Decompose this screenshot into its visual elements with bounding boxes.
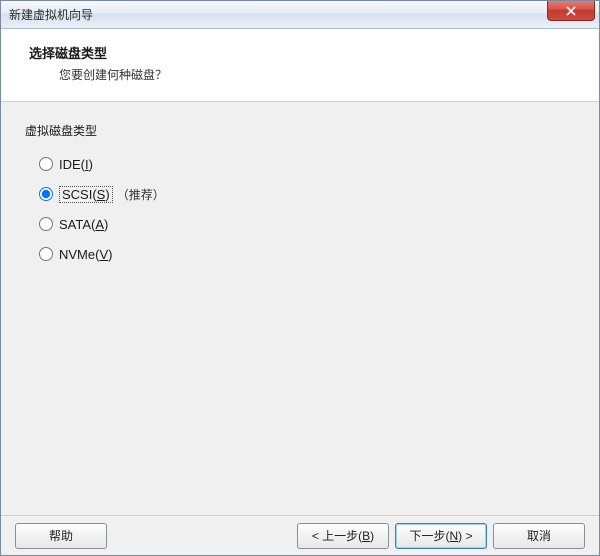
page-title: 选择磁盘类型 [29, 43, 579, 62]
window-title: 新建虚拟机向导 [9, 6, 93, 23]
radio-nvme-label: NVMe(V) [59, 247, 112, 262]
page-subtitle: 您要创建何种磁盘？ [59, 66, 579, 83]
group-label: 虚拟磁盘类型 [25, 122, 575, 139]
radio-nvme-input[interactable] [39, 247, 53, 261]
footer-buttons: 帮助 < 上一步(B) 下一步(N) > 取消 [1, 515, 599, 555]
radio-option-scsi[interactable]: SCSI(S) （推荐） [39, 179, 575, 209]
next-button[interactable]: 下一步(N) > [395, 523, 487, 549]
radio-sata-input[interactable] [39, 217, 53, 231]
radio-option-ide[interactable]: IDE(I) [39, 149, 575, 179]
radio-scsi-suffix: （推荐） [117, 186, 165, 203]
titlebar: 新建虚拟机向导 [1, 1, 599, 29]
radio-scsi-input[interactable] [39, 187, 53, 201]
radio-option-nvme[interactable]: NVMe(V) [39, 239, 575, 269]
radio-ide-input[interactable] [39, 157, 53, 171]
content-area: 虚拟磁盘类型 IDE(I) SCSI(S) （推荐） SATA(A) [1, 102, 599, 515]
close-icon [566, 6, 576, 16]
radio-scsi-label: SCSI(S) [59, 187, 113, 202]
radio-option-sata[interactable]: SATA(A) [39, 209, 575, 239]
help-button[interactable]: 帮助 [15, 523, 107, 549]
cancel-button[interactable]: 取消 [493, 523, 585, 549]
header-panel: 选择磁盘类型 您要创建何种磁盘？ [1, 29, 599, 102]
wizard-window: 新建虚拟机向导 选择磁盘类型 您要创建何种磁盘？ 虚拟磁盘类型 IDE(I) [0, 0, 600, 556]
radio-ide-label: IDE(I) [59, 157, 93, 172]
close-button[interactable] [547, 1, 595, 21]
radio-group-disk-type: IDE(I) SCSI(S) （推荐） SATA(A) NVMe(V) [39, 149, 575, 269]
radio-sata-label: SATA(A) [59, 217, 108, 232]
back-button[interactable]: < 上一步(B) [297, 523, 389, 549]
